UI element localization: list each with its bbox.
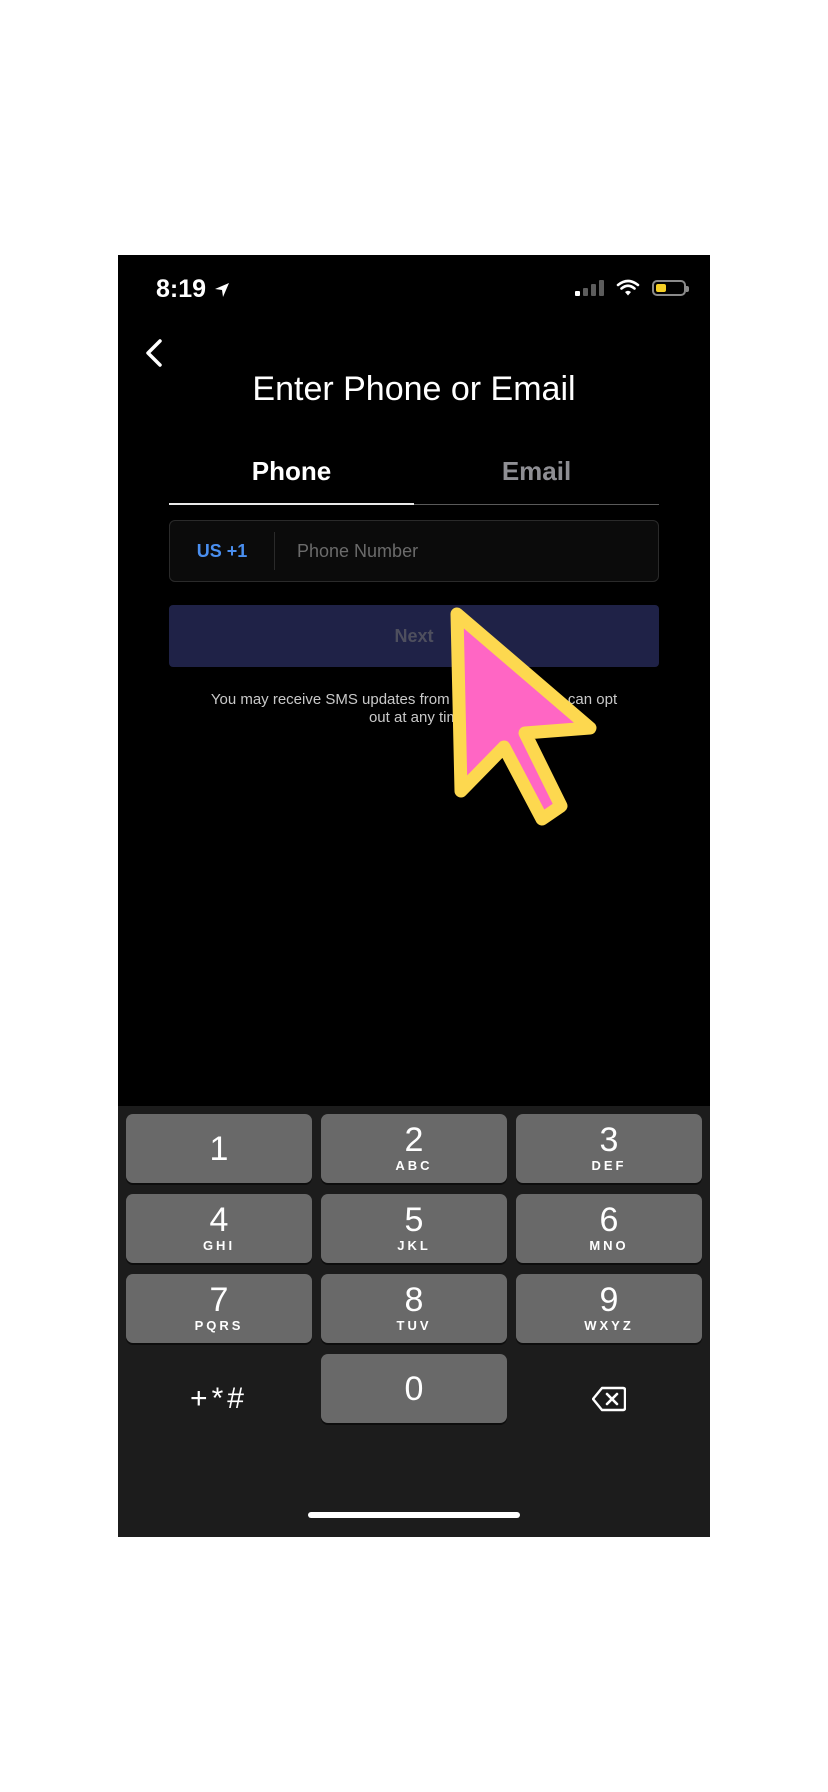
wifi-icon <box>616 279 640 296</box>
status-time: 8:19 <box>156 275 230 304</box>
clock: 8:19 <box>156 275 207 303</box>
cellular-signal-icon <box>575 280 604 296</box>
backspace-icon <box>592 1386 626 1411</box>
sms-disclaimer-line1b: can opt <box>567 691 618 708</box>
battery-icon <box>652 280 689 296</box>
key-3[interactable]: 3 DEF <box>516 1114 702 1183</box>
symbols-key[interactable]: +*# <box>126 1364 312 1433</box>
home-indicator <box>308 1512 520 1518</box>
key-8[interactable]: 8 TUV <box>321 1274 507 1343</box>
delete-key[interactable] <box>516 1364 702 1433</box>
sms-disclaimer: You may receive SMS updates from can opt… <box>198 691 630 727</box>
sms-disclaimer-line1: You may receive SMS updates from <box>210 691 450 708</box>
page-title: Enter Phone or Email <box>252 370 576 408</box>
key-4[interactable]: 4 GHI <box>126 1194 312 1263</box>
key-6[interactable]: 6 MNO <box>516 1194 702 1263</box>
next-button[interactable]: Next <box>169 605 659 667</box>
country-code-selector[interactable]: US +1 <box>170 532 275 570</box>
sms-disclaimer-line2: out at any tim <box>368 709 460 726</box>
tab-bar: Phone Email <box>169 443 659 505</box>
key-5[interactable]: 5 JKL <box>321 1194 507 1263</box>
tab-phone[interactable]: Phone <box>169 443 414 505</box>
phone-screen: 8:19 Enter Phone or Email Phone Email US… <box>118 255 710 1537</box>
numeric-keypad: 1 2 ABC 3 DEF 4 GHI 5 JKL 6 MNO 7 PQRS 8… <box>118 1106 710 1537</box>
key-2[interactable]: 2 ABC <box>321 1114 507 1183</box>
key-7[interactable]: 7 PQRS <box>126 1274 312 1343</box>
key-1[interactable]: 1 <box>126 1114 312 1183</box>
key-9[interactable]: 9 WXYZ <box>516 1274 702 1343</box>
phone-number-input[interactable]: Phone Number <box>275 541 658 562</box>
tab-email[interactable]: Email <box>414 443 659 505</box>
phone-input-group: US +1 Phone Number <box>169 520 659 582</box>
status-icons <box>575 279 689 297</box>
location-arrow-icon <box>215 282 230 297</box>
key-0[interactable]: 0 <box>321 1354 507 1423</box>
back-chevron-icon[interactable] <box>136 335 172 371</box>
